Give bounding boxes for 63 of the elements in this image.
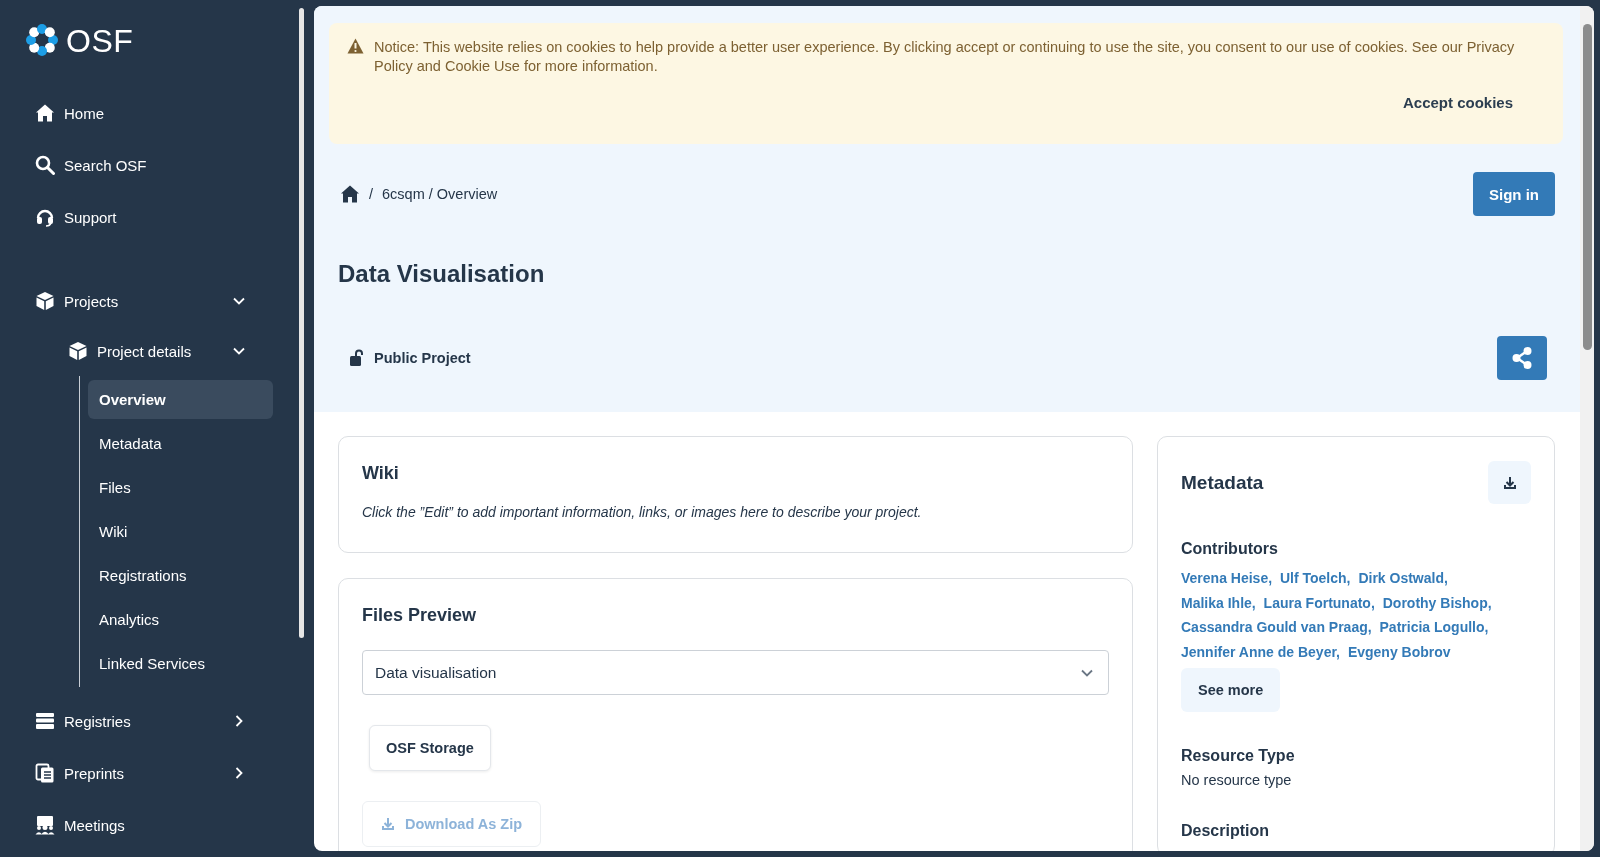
cookie-notice: Notice: This website relies on cookies to help provide a better user experience. By clicking accept or continuing to use the site, you consent to our use of cookies. See our Privacy Policy and Cookie Use for more information.: [374, 38, 1516, 76]
nav-item[interactable]: Registries: [0, 695, 296, 747]
contributor-link[interactable]: Ulf Toelch,: [1279, 570, 1351, 586]
logo-text: OSF: [66, 22, 134, 60]
section-heading: Resource Type: [1181, 746, 1296, 766]
nav-item[interactable]: Files: [88, 467, 273, 507]
nav-item[interactable]: Linked Services: [88, 643, 273, 683]
breadcrumb-separator: /: [369, 186, 374, 202]
section-heading: Description: [1181, 821, 1270, 841]
home-icon[interactable]: [340, 184, 360, 204]
home-icon: [35, 103, 55, 123]
warning-icon: [347, 38, 364, 54]
scrollbar-thumb[interactable]: [1582, 24, 1592, 350]
headset-icon: [35, 207, 55, 227]
cube-icon: [35, 291, 55, 311]
nav-item[interactable]: Registrations: [88, 555, 273, 595]
nav-item[interactable]: Overview: [88, 379, 273, 419]
see-more-button[interactable]: See more: [1181, 668, 1281, 712]
contributor-link[interactable]: Dirk Ostwald,: [1358, 570, 1448, 586]
card-title: Files Preview: [362, 604, 478, 627]
cube-icon: [68, 341, 88, 361]
contributor-link[interactable]: Dorothy Bishop,: [1382, 594, 1492, 611]
contributor-link[interactable]: Jennifer Anne de Beyer,: [1181, 643, 1340, 660]
file-select[interactable]: Data visualisation: [362, 650, 1109, 695]
scrollbar-thumb[interactable]: [298, 8, 304, 638]
documents-icon: [35, 763, 55, 783]
nav-item[interactable]: Meetings: [0, 799, 296, 851]
nav-item[interactable]: Preprints: [0, 747, 296, 799]
nav-item[interactable]: Project details: [0, 326, 296, 376]
visibility-label: Public Project: [374, 350, 471, 366]
project-title: Data Visualisation: [338, 259, 546, 289]
nav-item[interactable]: Analytics: [88, 599, 273, 639]
search-icon: [35, 155, 55, 175]
nav-item[interactable]: Home: [0, 87, 296, 139]
resource-type-value: No resource type: [1181, 772, 1293, 788]
nav-item[interactable]: Support: [0, 191, 296, 243]
nav-item[interactable]: Metadata: [88, 423, 273, 463]
nav-item[interactable]: Search OSF: [0, 139, 296, 191]
contributor-link[interactable]: Cassandra Gould van Praag,: [1181, 619, 1372, 635]
osf-logo-icon: [24, 22, 60, 58]
share-button[interactable]: [1497, 336, 1547, 380]
section-heading: Contributors: [1181, 539, 1279, 559]
accept-cookies-button[interactable]: Accept cookies: [1376, 88, 1539, 117]
list-icon: [35, 711, 55, 731]
contributor-link[interactable]: Patricia Logullo,: [1379, 619, 1489, 635]
storage-button[interactable]: OSF Storage: [369, 725, 491, 771]
people-icon: [35, 815, 55, 835]
download-icon: [1502, 475, 1517, 490]
nav-item[interactable]: Projects: [0, 276, 296, 326]
sign-in-button[interactable]: Sign in: [1473, 172, 1555, 216]
download-button[interactable]: [1488, 461, 1531, 504]
contributor-link[interactable]: Malika Ihle,: [1181, 594, 1256, 611]
contributor-link[interactable]: Laura Fortunato,: [1263, 594, 1375, 611]
nav-item[interactable]: Wiki: [88, 511, 273, 551]
card-title: Metadata: [1181, 471, 1264, 494]
wiki-text: Click the ”Edit” to add important information, links, or images here to describe your project.: [362, 504, 923, 520]
contributor-link[interactable]: Evgeny Bobrov: [1347, 643, 1451, 660]
share-icon: [1510, 346, 1534, 370]
card-title: Wiki: [362, 462, 400, 485]
unlock-icon: [349, 349, 365, 367]
breadcrumb-link[interactable]: 6csqm / Overview: [382, 186, 498, 202]
download-icon: [381, 817, 395, 831]
contributor-link[interactable]: Verena Heise,: [1181, 570, 1273, 586]
